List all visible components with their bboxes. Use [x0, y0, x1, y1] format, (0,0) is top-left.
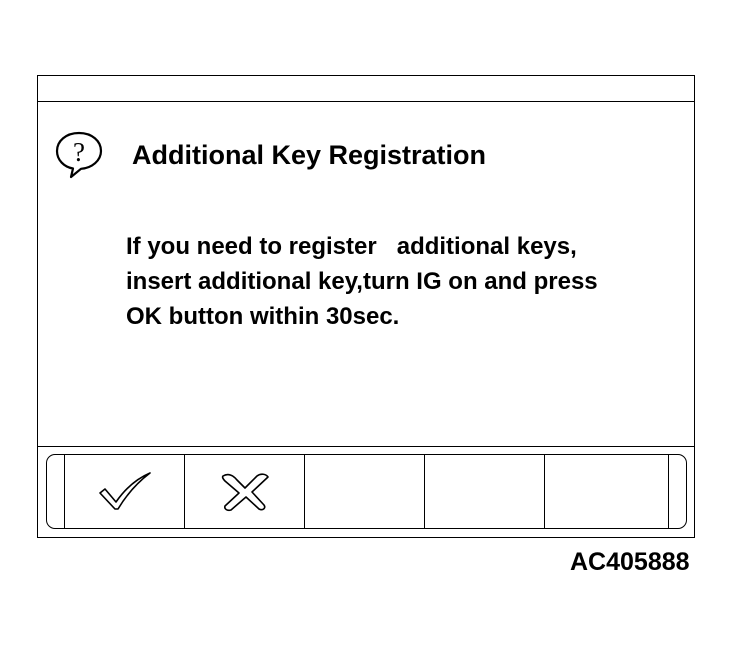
- ok-softkey[interactable]: [65, 455, 185, 528]
- softkey-3[interactable]: [305, 455, 425, 528]
- dialog-title: Additional Key Registration: [132, 140, 487, 170]
- softkey-bar-right-edge: [668, 455, 686, 528]
- svg-text:?: ?: [73, 137, 85, 167]
- figure-code: AC405888: [570, 548, 690, 576]
- softkey-4[interactable]: [425, 455, 545, 528]
- message-line: If you need to register additional keys,: [126, 233, 577, 260]
- softkey-divider: [38, 446, 694, 447]
- help-question-icon: ?: [55, 131, 103, 179]
- message-text: If you need to register additional keys,…: [126, 229, 686, 334]
- softkey-bar-left-edge: [47, 455, 65, 528]
- message-line: OK button within 30sec.: [126, 303, 400, 330]
- softkey-5[interactable]: [545, 455, 668, 528]
- display-screen: ? Additional Key Registration If you nee…: [37, 75, 695, 538]
- cross-icon: [221, 472, 269, 511]
- message-line: insert additional key,turn IG on and pre…: [126, 268, 598, 295]
- cancel-softkey[interactable]: [185, 455, 305, 528]
- softkey-bar: [46, 454, 687, 529]
- title-strip: [38, 76, 694, 102]
- checkmark-icon: [98, 471, 151, 510]
